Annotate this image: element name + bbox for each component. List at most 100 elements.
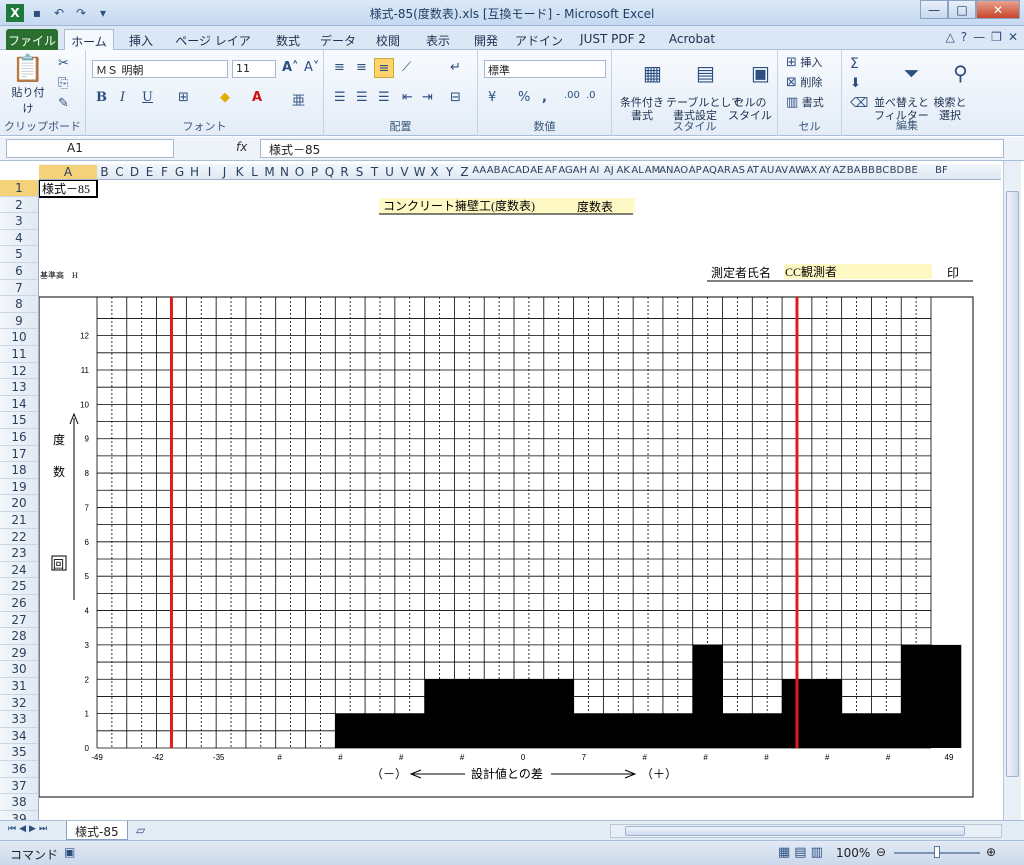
doc-minimize-icon[interactable]: — bbox=[973, 30, 985, 44]
orientation-icon[interactable]: ⟋ bbox=[402, 60, 411, 75]
format-cells-button[interactable]: ▥ 書式 bbox=[786, 94, 824, 110]
copy-icon[interactable]: ⎘ bbox=[58, 76, 68, 91]
doc-close-icon[interactable]: ✕ bbox=[1008, 30, 1018, 44]
tab-addins[interactable]: アドイン bbox=[514, 29, 564, 50]
column-header-bb[interactable]: BB bbox=[861, 165, 875, 176]
find-select-button[interactable]: ⚲ 検索と 選択 bbox=[930, 54, 970, 148]
align-top-icon[interactable]: ≡ bbox=[334, 60, 345, 75]
phonetic-icon[interactable]: 亜 bbox=[292, 90, 305, 109]
font-name-combo[interactable]: ＭＳ 明朝 bbox=[92, 60, 228, 78]
font-size-combo[interactable]: 11 bbox=[232, 60, 276, 78]
tab-acrobat[interactable]: Acrobat bbox=[662, 29, 722, 50]
zoom-out-icon[interactable]: ⊖ bbox=[876, 845, 886, 859]
column-header-ac[interactable]: AC bbox=[501, 165, 515, 176]
row-header-35[interactable]: 35 bbox=[0, 744, 38, 761]
row-header-39[interactable]: 39 bbox=[0, 811, 38, 820]
column-header-aa[interactable]: AA bbox=[472, 165, 486, 176]
increase-indent-icon[interactable]: ⇥ bbox=[422, 90, 433, 105]
column-header-s[interactable]: S bbox=[352, 165, 367, 179]
vertical-scrollbar[interactable] bbox=[1003, 161, 1021, 820]
italic-button[interactable]: I bbox=[120, 90, 125, 105]
close-button[interactable]: ✕ bbox=[976, 0, 1020, 19]
column-header-ay[interactable]: AY bbox=[818, 165, 832, 176]
row-header-12[interactable]: 12 bbox=[0, 363, 38, 380]
row-header-24[interactable]: 24 bbox=[0, 562, 38, 579]
tab-data[interactable]: データ bbox=[318, 29, 358, 50]
macro-record-icon[interactable]: ▣ bbox=[64, 845, 75, 859]
column-header-aj[interactable]: AJ bbox=[602, 165, 616, 176]
row-header-31[interactable]: 31 bbox=[0, 678, 38, 695]
row-header-4[interactable]: 4 bbox=[0, 230, 38, 247]
row-header-23[interactable]: 23 bbox=[0, 545, 38, 562]
number-format-combo[interactable]: 標準 bbox=[484, 60, 606, 78]
column-header-f[interactable]: F bbox=[157, 165, 172, 179]
column-header-w[interactable]: W bbox=[412, 165, 427, 179]
column-header-m[interactable]: M bbox=[262, 165, 277, 179]
vertical-scroll-thumb[interactable] bbox=[1006, 191, 1019, 777]
help-icon[interactable]: ? bbox=[961, 30, 967, 44]
align-bottom-icon[interactable]: ≡ bbox=[374, 58, 394, 78]
borders-icon[interactable]: ⊞ bbox=[178, 90, 189, 105]
column-header-i[interactable]: I bbox=[202, 165, 217, 179]
row-header-8[interactable]: 8 bbox=[0, 296, 38, 313]
sheet-nav-arrows[interactable]: ⏮◀▶⏭ bbox=[8, 824, 50, 834]
ribbon-minimize-icon[interactable]: △ bbox=[946, 30, 955, 44]
cut-icon[interactable]: ✂ bbox=[58, 56, 69, 71]
tab-formulas[interactable]: 数式 bbox=[268, 29, 308, 50]
autosum-button[interactable]: Σ bbox=[850, 56, 859, 72]
shrink-font-icon[interactable]: A˅ bbox=[304, 60, 319, 75]
underline-button[interactable]: U bbox=[142, 90, 153, 105]
column-header-ae[interactable]: AE bbox=[530, 165, 544, 176]
column-header-al[interactable]: AL bbox=[630, 165, 644, 176]
merge-center-icon[interactable]: ⊟ bbox=[450, 90, 461, 105]
row-header-27[interactable]: 27 bbox=[0, 612, 38, 629]
align-center-icon[interactable]: ☰ bbox=[356, 90, 368, 105]
row-header-10[interactable]: 10 bbox=[0, 329, 38, 346]
row-header-25[interactable]: 25 bbox=[0, 578, 38, 595]
row-header-5[interactable]: 5 bbox=[0, 246, 38, 263]
row-header-9[interactable]: 9 bbox=[0, 313, 38, 330]
insert-sheet-icon[interactable]: ▱ bbox=[136, 823, 145, 837]
tab-developer[interactable]: 開発 bbox=[466, 29, 506, 50]
tab-view[interactable]: 表示 bbox=[418, 29, 458, 50]
column-header-k[interactable]: K bbox=[232, 165, 247, 179]
paste-button[interactable]: 📋 貼り付け bbox=[8, 54, 48, 116]
column-header-e[interactable]: E bbox=[142, 165, 157, 179]
tab-review[interactable]: 校閲 bbox=[368, 29, 408, 50]
column-header-as[interactable]: AS bbox=[731, 165, 745, 176]
row-header-34[interactable]: 34 bbox=[0, 728, 38, 745]
row-header-36[interactable]: 36 bbox=[0, 761, 38, 778]
column-header-bd[interactable]: BD bbox=[890, 165, 905, 176]
bold-button[interactable]: B bbox=[96, 90, 107, 105]
column-header-ar[interactable]: AR bbox=[717, 165, 731, 176]
column-header-l[interactable]: L bbox=[247, 165, 262, 179]
horizontal-scroll-thumb[interactable] bbox=[625, 826, 965, 836]
column-header-ag[interactable]: AG bbox=[558, 165, 572, 176]
zoom-slider-thumb[interactable] bbox=[934, 846, 940, 858]
currency-icon[interactable]: ¥ bbox=[488, 90, 496, 105]
row-header-19[interactable]: 19 bbox=[0, 479, 38, 496]
column-header-x[interactable]: X bbox=[427, 165, 442, 179]
clear-icon[interactable]: ⌫ bbox=[850, 96, 868, 111]
column-header-av[interactable]: AV bbox=[774, 165, 788, 176]
column-header-af[interactable]: AF bbox=[544, 165, 558, 176]
formula-input[interactable]: 様式－85 bbox=[260, 139, 1004, 158]
column-header-z[interactable]: Z bbox=[457, 165, 472, 179]
row-header-17[interactable]: 17 bbox=[0, 446, 38, 463]
column-header-aq[interactable]: AQ bbox=[702, 165, 717, 176]
column-header-az[interactable]: AZ bbox=[832, 165, 846, 176]
align-left-icon[interactable]: ☰ bbox=[334, 90, 346, 105]
column-header-b[interactable]: B bbox=[97, 165, 112, 179]
horizontal-scrollbar[interactable] bbox=[610, 824, 1002, 838]
column-header-aw[interactable]: AW bbox=[789, 165, 805, 176]
row-header-37[interactable]: 37 bbox=[0, 778, 38, 795]
align-middle-icon[interactable]: ≡ bbox=[356, 60, 367, 75]
tab-home[interactable]: ホーム bbox=[64, 29, 114, 50]
tab-file[interactable]: ファイル bbox=[6, 29, 58, 50]
column-header-u[interactable]: U bbox=[382, 165, 397, 179]
tab-page-layout[interactable]: ページ レイアウト bbox=[170, 29, 256, 65]
view-buttons[interactable]: ▦▤▥ bbox=[778, 845, 827, 860]
row-header-7[interactable]: 7 bbox=[0, 280, 38, 297]
column-header-ah[interactable]: AH bbox=[573, 165, 587, 176]
column-header-ao[interactable]: AO bbox=[674, 165, 689, 176]
